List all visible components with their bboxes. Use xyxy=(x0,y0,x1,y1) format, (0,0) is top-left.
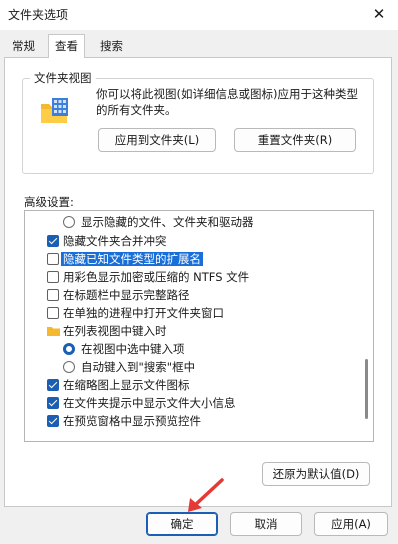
scrollbar-thumb[interactable] xyxy=(365,359,368,419)
checkbox[interactable] xyxy=(47,397,59,409)
list-item-label: 在文件夹提示中显示文件大小信息 xyxy=(63,396,236,410)
checkbox[interactable] xyxy=(47,307,59,319)
reset-folders-button[interactable]: 重置文件夹(R) xyxy=(234,128,356,152)
list-item[interactable]: 用彩色显示加密或压缩的 NTFS 文件 xyxy=(47,268,249,286)
list-item[interactable]: 在预览窗格中显示预览控件 xyxy=(47,412,201,430)
folder-views-title: 文件夹视图 xyxy=(30,70,96,86)
list-item[interactable]: 在单独的进程中打开文件夹窗口 xyxy=(47,304,224,322)
folder-view-icon xyxy=(41,98,68,123)
checkbox[interactable] xyxy=(47,235,59,247)
folder-icon xyxy=(47,327,60,336)
restore-defaults-button[interactable]: 还原为默认值(D) xyxy=(262,462,370,486)
list-item-label: 在预览窗格中显示预览控件 xyxy=(63,414,201,428)
radio-button[interactable] xyxy=(63,361,75,373)
tab-view[interactable]: 查看 xyxy=(48,34,85,58)
list-item-label: 在缩略图上显示文件图标 xyxy=(63,378,190,392)
list-item-label: 在标题栏中显示完整路径 xyxy=(63,288,190,302)
list-item[interactable]: 自动键入到"搜索"框中 xyxy=(63,358,195,376)
list-item[interactable]: 隐藏已知文件类型的扩展名 xyxy=(47,250,203,268)
list-item-label: 在视图中选中键入项 xyxy=(81,342,185,356)
ok-button[interactable]: 确定 xyxy=(146,512,218,536)
list-item-label: 隐藏已知文件类型的扩展名 xyxy=(61,252,203,266)
list-item[interactable]: 在视图中选中键入项 xyxy=(63,340,185,358)
title-bar: 文件夹选项 ✕ xyxy=(0,0,398,30)
list-item[interactable]: 在标题栏中显示完整路径 xyxy=(47,286,190,304)
folder-views-description: 你可以将此视图(如详细信息或图标)应用于这种类型的所有文件夹。 xyxy=(96,87,358,117)
list-item-label: 自动键入到"搜索"框中 xyxy=(81,360,196,374)
checkbox[interactable] xyxy=(47,415,59,427)
list-item-label: 隐藏文件夹合并冲突 xyxy=(63,234,167,248)
close-icon[interactable]: ✕ xyxy=(368,3,390,25)
list-item: 在列表视图中键入时 xyxy=(47,322,167,340)
list-item-label: 在列表视图中键入时 xyxy=(63,324,167,338)
advanced-settings-list[interactable]: 显示隐藏的文件、文件夹和驱动器 隐藏文件夹合并冲突 隐藏已知文件类型的扩展名 用… xyxy=(24,210,374,442)
list-item[interactable]: 在文件夹提示中显示文件大小信息 xyxy=(47,394,236,412)
annotation-arrow-icon xyxy=(188,478,224,512)
checkbox[interactable] xyxy=(47,289,59,301)
tab-general[interactable]: 常规 xyxy=(6,36,41,56)
list-item[interactable]: 隐藏文件夹合并冲突 xyxy=(47,232,167,250)
list-item[interactable]: 在缩略图上显示文件图标 xyxy=(47,376,190,394)
checkbox[interactable] xyxy=(47,253,59,265)
apply-to-folders-button[interactable]: 应用到文件夹(L) xyxy=(98,128,216,152)
advanced-settings-label: 高级设置: xyxy=(24,195,74,209)
checkbox[interactable] xyxy=(47,271,59,283)
radio-button[interactable] xyxy=(63,343,75,355)
window-title: 文件夹选项 xyxy=(8,8,69,22)
list-item-label: 用彩色显示加密或压缩的 NTFS 文件 xyxy=(63,270,250,284)
list-item[interactable]: 显示隐藏的文件、文件夹和驱动器 xyxy=(63,213,254,231)
checkbox[interactable] xyxy=(47,379,59,391)
cancel-button[interactable]: 取消 xyxy=(230,512,302,536)
radio-button[interactable] xyxy=(63,216,75,228)
list-item-label: 在单独的进程中打开文件夹窗口 xyxy=(63,306,224,320)
apply-button[interactable]: 应用(A) xyxy=(314,512,388,536)
tab-search[interactable]: 搜索 xyxy=(94,36,129,56)
list-item-label: 显示隐藏的文件、文件夹和驱动器 xyxy=(81,215,254,229)
